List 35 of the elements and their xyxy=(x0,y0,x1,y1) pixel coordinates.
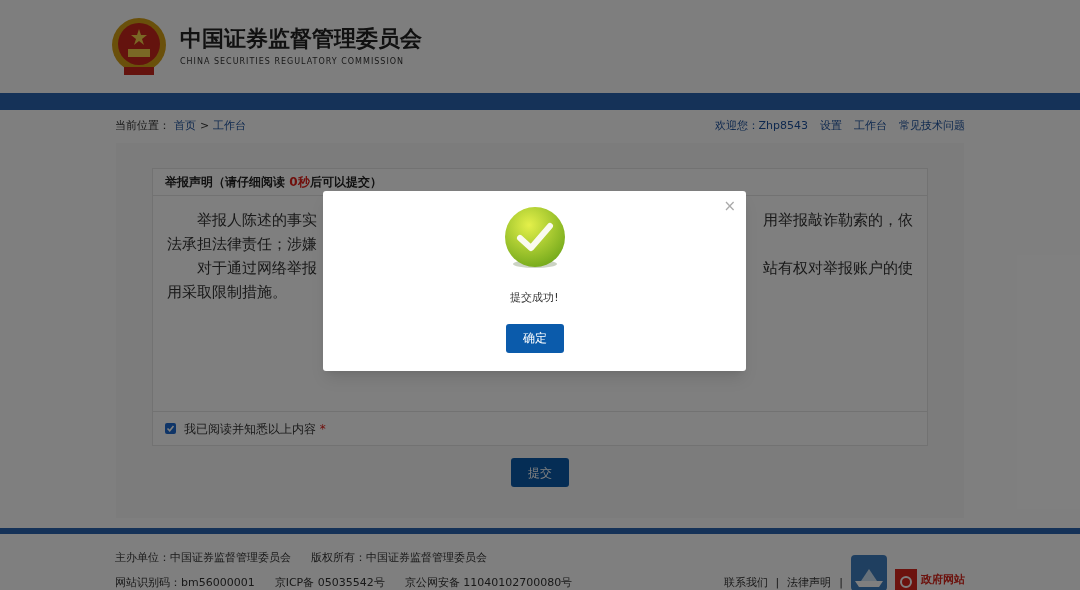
breadcrumb-link[interactable]: 工作台 xyxy=(213,118,247,135)
ok-button[interactable]: 确定 xyxy=(505,323,564,353)
statement-text: 用采取限制措施。 xyxy=(167,282,287,303)
user-link[interactable]: 设置 xyxy=(820,118,842,135)
footer-text: 京ICP备 05035542号 xyxy=(274,574,385,590)
statement-text: 法承担法律责任；涉嫌 xyxy=(167,234,317,255)
user-link[interactable]: 常见技术问题 xyxy=(899,118,965,135)
success-check-icon xyxy=(503,206,566,270)
ship-badge-icon[interactable] xyxy=(851,555,887,590)
close-button[interactable]: × xyxy=(723,199,736,214)
statement-text: 对于通过网络举报 xyxy=(196,258,317,279)
submit-button[interactable]: 提交 xyxy=(511,458,569,487)
user-link[interactable]: 欢迎您：Zhp8543 xyxy=(714,118,808,135)
statement-text: 用举报敲诈勒索的，依 xyxy=(763,210,913,231)
site-subtitle: CHINA SECURITIES REGULATORY COMMISSION xyxy=(180,56,406,69)
footer-link[interactable]: 联系我们 xyxy=(723,574,768,590)
footer-text: 主办单位：中国证券监督管理委员会 xyxy=(115,550,291,566)
footer-text: 网站识别码：bm56000001 xyxy=(115,574,255,590)
breadcrumb-separator: > xyxy=(200,118,210,135)
user-link[interactable]: 工作台 xyxy=(854,118,887,135)
emblem-icon xyxy=(110,16,168,77)
site-title: 中国证券监督管理委员会 xyxy=(180,24,422,53)
footer-text: 京公网安备 11040102700080号 xyxy=(404,574,573,590)
footer-link[interactable]: 法律声明 xyxy=(787,574,832,590)
statement-text: 站有权对举报账户的使 xyxy=(763,258,913,279)
statement-text: 举报人陈述的事实 xyxy=(196,210,317,231)
footer-separator: | xyxy=(839,574,843,590)
footer-separator: | xyxy=(775,574,780,590)
success-message: 提交成功! xyxy=(510,290,559,306)
agree-label: 我已阅读并知悉以上内容 * xyxy=(184,420,326,438)
breadcrumb-label: 当前位置： xyxy=(115,118,170,135)
breadcrumb-link[interactable]: 首页 xyxy=(174,118,196,135)
gov-site-badge[interactable]: 政府网站 xyxy=(895,569,965,590)
agree-checkbox[interactable] xyxy=(165,423,176,434)
footer-text: 版权所有：中国证券监督管理委员会 xyxy=(311,550,487,566)
